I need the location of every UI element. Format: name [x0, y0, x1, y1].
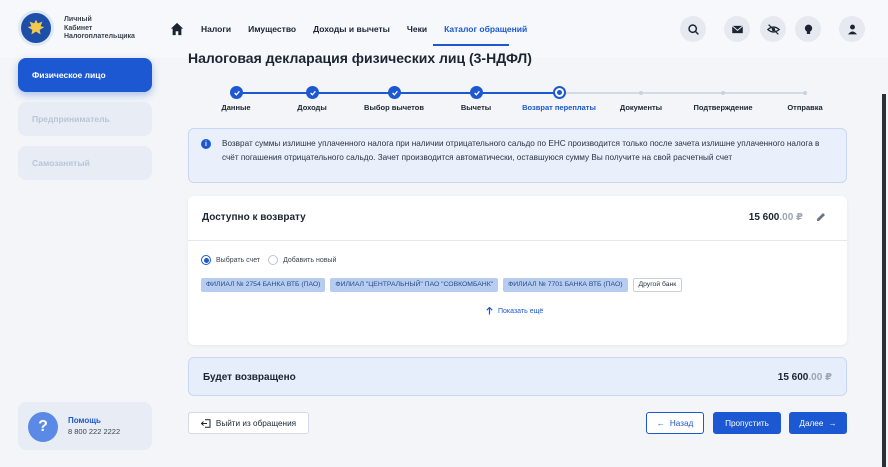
result-amount-main: 15 600 [777, 372, 809, 383]
step-label-refund[interactable]: Возврат переплаты [522, 103, 596, 112]
home-icon[interactable] [170, 22, 184, 36]
available-refund-card: Доступно к возврату 15 600.00 ₽ Выбрать … [188, 196, 847, 345]
page-title-text: Налоговая декларация физических лиц (3-Н… [188, 52, 532, 66]
help-panel[interactable]: ? Помощь 8 800 222 2222 [18, 402, 152, 450]
card-divider [188, 240, 847, 241]
step-dot-income[interactable] [306, 86, 319, 99]
brand-line-2: Кабинет [64, 24, 93, 32]
step-label-deduction-choice[interactable]: Выбор вычетов [364, 103, 424, 112]
back-label: Назад [669, 418, 694, 428]
nav-active-indicator [433, 44, 509, 46]
help-question-icon: ? [28, 412, 58, 442]
step-dot-data[interactable] [230, 86, 243, 99]
eagle-emblem-icon [27, 19, 45, 35]
add-account-radio[interactable] [268, 255, 279, 265]
search-icon [687, 23, 699, 35]
arrow-up-icon [486, 307, 493, 315]
checkmark-icon [309, 90, 316, 96]
info-icon: i [201, 139, 211, 149]
help-title: Помощь [68, 416, 101, 425]
brand-text: Личный Кабинет Налогоплательщика [64, 16, 135, 42]
exit-request-button[interactable]: Выйти из обращения [188, 412, 309, 434]
step-dot-deduction-choice[interactable] [388, 86, 401, 99]
step-dot-refund[interactable] [553, 86, 566, 99]
messages-button[interactable] [724, 16, 750, 42]
exit-request-label: Выйти из обращения [215, 418, 297, 428]
edit-pencil-icon[interactable] [815, 211, 827, 223]
top-header: Личный Кабинет Налогоплательщика Налоги … [0, 0, 888, 58]
nav-taxes[interactable]: Налоги [201, 24, 231, 34]
available-title: Доступно к возврату [202, 212, 306, 223]
exit-icon [200, 418, 211, 428]
step-label-documents: Документы [619, 103, 663, 112]
bank-chips: ФИЛИАЛ № 2754 БАНКА ВТБ (ПАО) ФИЛИАЛ "ЦЕ… [201, 278, 683, 292]
show-more-link[interactable]: Показать ещё [486, 307, 543, 315]
tips-button[interactable] [795, 16, 821, 42]
available-amount: 15 600.00 ₽ [749, 212, 803, 223]
account-choice-radios: Выбрать счет Добавить новый [201, 255, 344, 265]
step-dot-confirmation [721, 91, 725, 95]
back-button[interactable]: ← Назад [646, 412, 704, 434]
user-icon [847, 24, 857, 34]
bank-chip-sovcombank[interactable]: ФИЛИАЛ "ЦЕНТРАЛЬНЫЙ" ПАО "СОВКОМБАНК" [330, 278, 499, 292]
next-button[interactable]: Далее → [789, 412, 847, 434]
step-label-income[interactable]: Доходы [297, 103, 326, 112]
sidebar-item-entrepreneur[interactable]: Предприниматель [18, 102, 152, 136]
nav-income-deductions[interactable]: Доходы и вычеты [313, 24, 390, 34]
skip-button[interactable]: Пропустить [713, 412, 781, 434]
step-label-deductions[interactable]: Вычеты [461, 103, 491, 112]
step-dot-deductions[interactable] [470, 86, 483, 99]
fns-logo[interactable] [18, 10, 54, 46]
help-phone: 8 800 222 2222 [68, 427, 121, 436]
show-more-label: Показать ещё [498, 307, 544, 315]
brand-line-1: Личный [64, 16, 92, 23]
page-title: Налоговая декларация физических лиц (3-Н… [188, 52, 532, 66]
nav-requests-catalog[interactable]: Каталог обращений [444, 24, 527, 34]
available-amount-main: 15 600 [748, 212, 780, 223]
step-dot-sending [803, 91, 807, 95]
info-text: Возврат суммы излишне уплаченного налога… [222, 139, 820, 162]
result-amount: 15 600.00 ₽ [778, 372, 832, 383]
step-label-sending: Отправка [787, 103, 823, 112]
nav-property[interactable]: Имущество [248, 24, 296, 34]
refund-result-panel: Будет возвращено 15 600.00 ₽ [188, 357, 847, 396]
brand-line-3: Налогоплательщика [64, 33, 135, 40]
result-amount-cents: .00 ₽ [808, 372, 832, 383]
arrow-left-icon: ← [656, 418, 665, 428]
next-label: Далее [799, 418, 824, 428]
add-account-label[interactable]: Добавить новый [283, 257, 336, 264]
nav-receipts[interactable]: Чеки [407, 24, 427, 34]
sidebar-item-individual[interactable]: Физическое лицо [18, 58, 152, 92]
step-dot-documents [639, 91, 643, 95]
select-account-radio[interactable] [201, 255, 211, 265]
info-notice: i Возврат суммы излишне уплаченного нало… [188, 128, 847, 183]
page-scrollbar[interactable] [882, 94, 886, 467]
lightbulb-icon [804, 24, 812, 34]
checkmark-icon [391, 90, 398, 96]
select-account-label[interactable]: Выбрать счет [216, 257, 260, 264]
eye-off-icon [766, 23, 780, 35]
search-button[interactable] [680, 16, 706, 42]
result-title: Будет возвращено [203, 372, 296, 383]
bank-chip-other[interactable]: Другой банк [632, 278, 683, 292]
available-amount-cents: .00 ₽ [779, 212, 803, 223]
skip-label: Пропустить [725, 418, 769, 428]
checkmark-icon [473, 90, 480, 96]
checkmark-icon [233, 90, 240, 96]
step-label-confirmation: Подтверждение [693, 103, 753, 112]
bank-chip-vtb-2754[interactable]: ФИЛИАЛ № 2754 БАНКА ВТБ (ПАО) [201, 278, 326, 292]
bank-chip-vtb-7701[interactable]: ФИЛИАЛ № 7701 БАНКА ВТБ (ПАО) [503, 278, 628, 292]
sidebar-item-self-employed[interactable]: Самозанятый [18, 146, 152, 180]
profile-button[interactable] [839, 16, 865, 42]
mail-icon [731, 24, 743, 33]
arrow-right-icon: → [828, 418, 837, 428]
visibility-toggle-button[interactable] [760, 16, 786, 42]
main-nav: Налоги Имущество Доходы и вычеты Чеки Ка… [201, 24, 527, 34]
step-label-data[interactable]: Данные [221, 103, 250, 112]
